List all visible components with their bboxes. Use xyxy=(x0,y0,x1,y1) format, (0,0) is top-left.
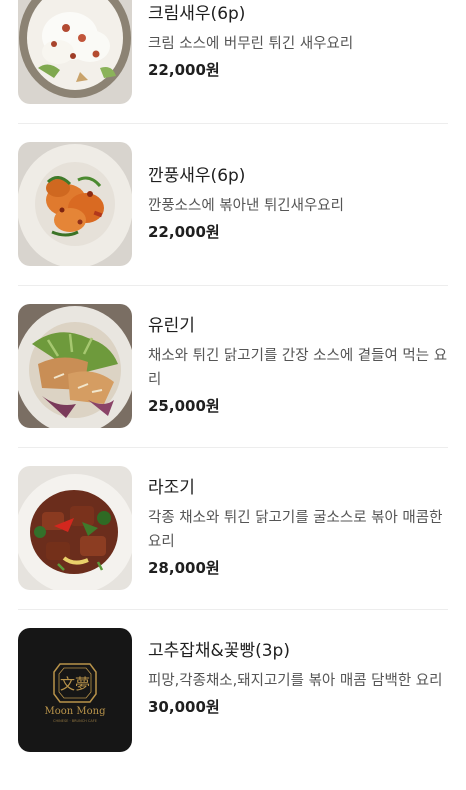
logo-chars: 文夢 xyxy=(60,675,90,693)
divider xyxy=(18,123,448,124)
item-name: 깐풍새우(6p) xyxy=(148,166,246,186)
lajogi-image xyxy=(18,466,132,590)
logo-text: Moon Mong xyxy=(44,706,106,717)
item-name: 고추잡채&꽃빵(3p) xyxy=(148,641,290,661)
menu-list: 크림새우(6p) 크림 소스에 버무린 튀긴 새우요리 22,000원 깐풍새우… xyxy=(0,0,466,754)
item-price: 28,000원 xyxy=(148,559,220,577)
yurinji-info: 유린기 채소와 튀긴 닭고기를 간장 소스에 곁들여 먹는 요리 25,000원 xyxy=(148,315,448,417)
logo-subtext: CHINESE · BRUNCH CAFE xyxy=(53,719,97,723)
item-name: 유린기 xyxy=(148,316,195,336)
item-description: 채소와 튀긴 닭고기를 간장 소스에 곁들여 먹는 요리 xyxy=(148,348,448,388)
item-description: 각종 채소와 튀긴 닭고기를 굴소스로 볶아 매콤한 요리 xyxy=(148,510,443,550)
item-price: 25,000원 xyxy=(148,397,220,415)
divider xyxy=(18,609,448,610)
item-description: 크림 소스에 버무린 튀긴 새우요리 xyxy=(148,36,354,52)
moon-mong-logo-image: 文夢 Moon Mong CHINESE · BRUNCH CAFE xyxy=(18,628,132,752)
item-price: 22,000원 xyxy=(148,223,220,241)
kkanpung-shrimp-image xyxy=(18,142,132,266)
divider xyxy=(18,285,448,286)
menu-item-kkanpung-shrimp[interactable]: 깐풍새우(6p) 깐풍소스에 볶아낸 튀긴새우요리 22,000원 xyxy=(0,142,466,304)
yurinji-image xyxy=(18,304,132,428)
cream-shrimp-image xyxy=(18,0,132,104)
item-price: 22,000원 xyxy=(148,61,220,79)
kkanpung-shrimp-info: 깐풍새우(6p) 깐풍소스에 볶아낸 튀긴새우요리 22,000원 xyxy=(148,165,448,243)
divider xyxy=(18,447,448,448)
item-description: 피망,각종채소,돼지고기를 볶아 매콤 담백한 요리 xyxy=(148,673,443,689)
menu-item-yurinji[interactable]: 유린기 채소와 튀긴 닭고기를 간장 소스에 곁들여 먹는 요리 25,000원 xyxy=(0,304,466,466)
item-name: 라조기 xyxy=(148,478,195,498)
item-name: 크림새우(6p) xyxy=(148,4,246,24)
item-description: 깐풍소스에 볶아낸 튀긴새우요리 xyxy=(148,198,344,214)
menu-item-gochu-japchae[interactable]: 文夢 Moon Mong CHINESE · BRUNCH CAFE 고추잡채&… xyxy=(0,628,466,790)
item-price: 30,000원 xyxy=(148,698,220,716)
cream-shrimp-info: 크림새우(6p) 크림 소스에 버무린 튀긴 새우요리 22,000원 xyxy=(148,3,448,81)
gochu-japchae-info: 고추잡채&꽃빵(3p) 피망,각종채소,돼지고기를 볶아 매콤 담백한 요리 3… xyxy=(148,640,448,718)
menu-item-lajogi[interactable]: 라조기 각종 채소와 튀긴 닭고기를 굴소스로 볶아 매콤한 요리 28,000… xyxy=(0,466,466,628)
lajogi-info: 라조기 각종 채소와 튀긴 닭고기를 굴소스로 볶아 매콤한 요리 28,000… xyxy=(148,477,448,579)
menu-item-cream-shrimp[interactable]: 크림새우(6p) 크림 소스에 버무린 튀긴 새우요리 22,000원 xyxy=(0,0,466,142)
